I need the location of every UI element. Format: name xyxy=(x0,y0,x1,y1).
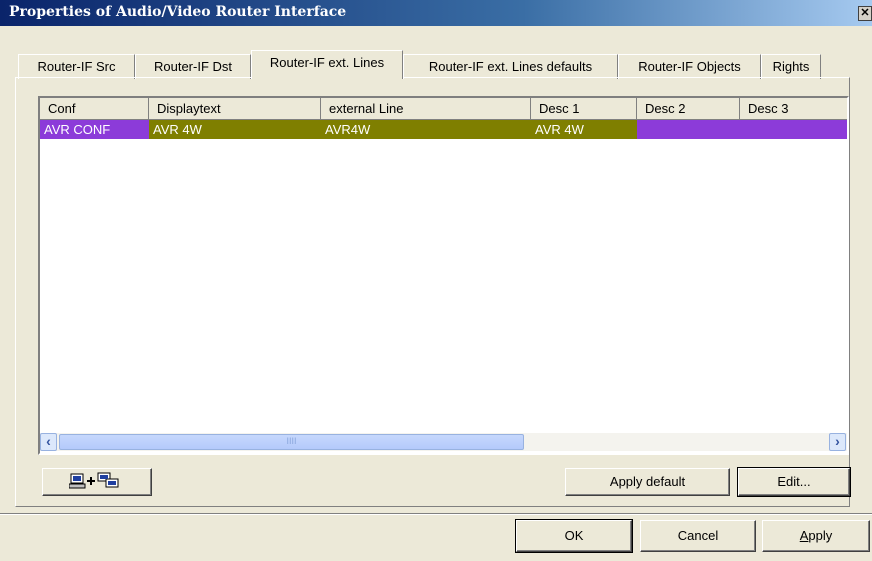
column-header-conf[interactable]: Conf xyxy=(40,98,149,120)
close-icon: ✕ xyxy=(860,7,870,19)
cell-desc-3[interactable] xyxy=(740,120,847,139)
tab-router-if-dst[interactable]: Router-IF Dst xyxy=(135,54,251,79)
cell-conf[interactable]: AVR CONF xyxy=(40,120,149,139)
add-line-icon xyxy=(69,472,119,489)
scroll-right-button[interactable]: › xyxy=(829,433,846,451)
tab-router-if-src[interactable]: Router-IF Src xyxy=(18,54,135,79)
cancel-button[interactable]: Cancel xyxy=(640,520,756,552)
column-header-desc-1[interactable]: Desc 1 xyxy=(531,98,637,120)
ok-button[interactable]: OK xyxy=(515,519,633,553)
tab-label: Router-IF ext. Lines defaults xyxy=(428,59,593,74)
separator xyxy=(0,513,872,515)
add-line-button[interactable] xyxy=(42,468,152,496)
cell-desc-2[interactable] xyxy=(637,120,740,139)
column-header-desc-3[interactable]: Desc 3 xyxy=(740,98,847,120)
scroll-left-button[interactable]: ‹ xyxy=(40,433,57,451)
cell-desc-1[interactable]: AVR 4W xyxy=(531,120,637,139)
scrollbar-thumb[interactable]: IIII xyxy=(59,434,524,450)
tab-label: Rights xyxy=(772,59,810,74)
tab-router-if-ext-lines-defaults[interactable]: Router-IF ext. Lines defaults xyxy=(403,54,618,79)
tab-router-if-objects[interactable]: Router-IF Objects xyxy=(618,54,761,79)
window-title: Properties of Audio/Video Router Interfa… xyxy=(9,4,347,20)
close-button[interactable]: ✕ xyxy=(858,6,872,21)
chevron-right-icon: › xyxy=(835,433,840,449)
thumb-grip-icon: IIII xyxy=(286,436,297,446)
tab-bar: Router-IF Src Router-IF Dst Router-IF ex… xyxy=(18,50,848,79)
edit-button[interactable]: Edit... xyxy=(737,467,851,497)
cell-displaytext[interactable]: AVR 4W xyxy=(149,120,321,139)
column-header-desc-2[interactable]: Desc 2 xyxy=(637,98,740,120)
tab-rights[interactable]: Rights xyxy=(761,54,821,79)
tab-label: Router-IF ext. Lines xyxy=(269,55,385,70)
apply-button[interactable]: Apply xyxy=(762,520,870,552)
lines-grid[interactable]: Conf Displaytext external Line Desc 1 De… xyxy=(38,96,849,455)
cell-external-line[interactable]: AVR4W xyxy=(321,120,531,139)
column-header-displaytext[interactable]: Displaytext xyxy=(149,98,321,120)
table-row[interactable]: AVR CONF AVR 4W AVR4W AVR 4W xyxy=(40,120,847,139)
chevron-left-icon: ‹ xyxy=(46,433,51,449)
horizontal-scrollbar[interactable]: ‹ IIII › xyxy=(40,433,847,451)
tab-label: Router-IF Dst xyxy=(153,59,232,74)
tab-label: Router-IF Objects xyxy=(638,59,741,74)
tab-label: Router-IF Src xyxy=(37,59,116,74)
apply-label-rest: pply xyxy=(808,528,833,543)
title-bar: Properties of Audio/Video Router Interfa… xyxy=(0,0,872,26)
tab-router-if-ext-lines[interactable]: Router-IF ext. Lines xyxy=(251,50,403,79)
apply-default-button[interactable]: Apply default xyxy=(565,468,730,496)
grid-header: Conf Displaytext external Line Desc 1 De… xyxy=(40,98,847,120)
column-header-external-line[interactable]: external Line xyxy=(321,98,531,120)
